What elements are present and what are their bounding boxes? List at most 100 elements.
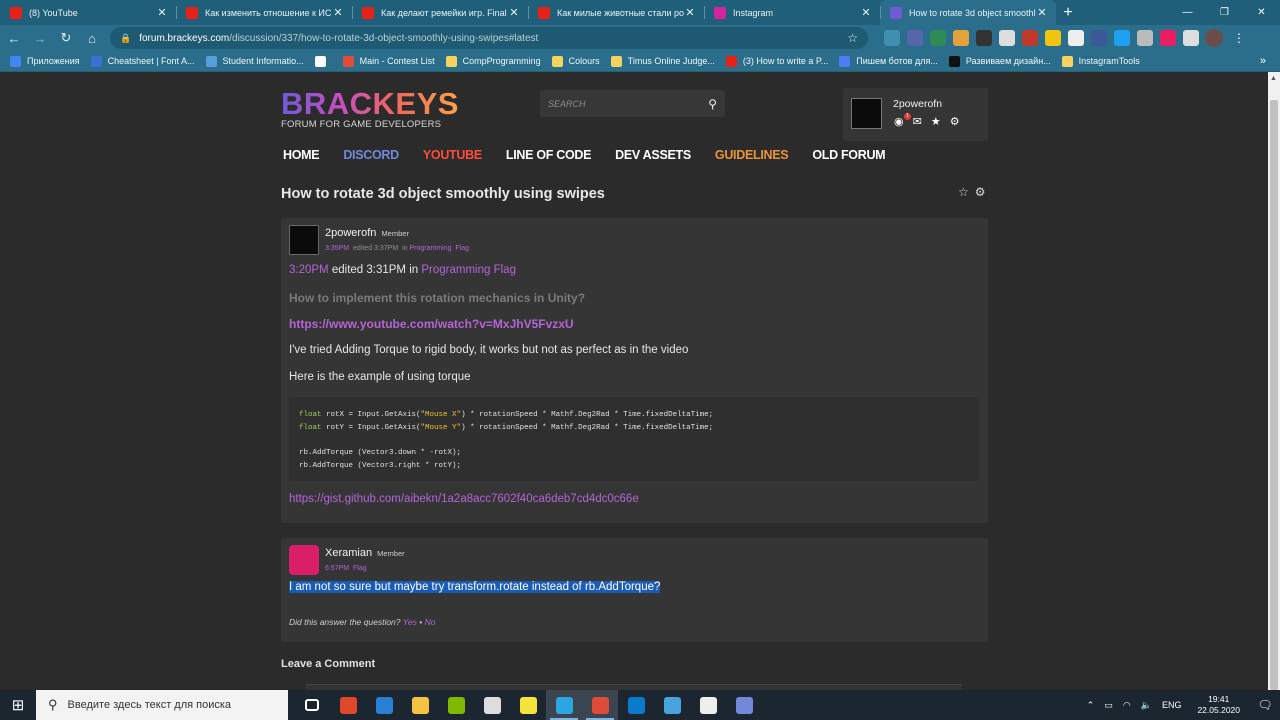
settings-icon[interactable]: ⚙ xyxy=(950,115,960,128)
post-category-link[interactable]: Programming xyxy=(409,245,451,252)
flag-link[interactable]: Flag xyxy=(353,565,367,572)
mail-icon[interactable] xyxy=(366,690,402,720)
bookmark-icon[interactable]: ☆ xyxy=(958,185,969,199)
user-name[interactable]: 2powerofn xyxy=(893,98,942,110)
bookmark-item[interactable]: CompProgramming xyxy=(445,55,541,67)
close-window-button[interactable]: ✕ xyxy=(1243,0,1280,25)
bookmark-item[interactable] xyxy=(314,55,332,67)
search-icon[interactable]: ⚲ xyxy=(708,97,717,111)
bookmark-item[interactable]: Пишем ботов для... xyxy=(839,55,938,67)
nav-item-discord[interactable]: DISCORD xyxy=(343,148,399,162)
browser-tab[interactable]: Instagram ✕ xyxy=(704,0,880,25)
more-bookmarks-icon[interactable]: » xyxy=(1260,55,1266,67)
inbox-icon[interactable]: ✉ xyxy=(913,115,922,128)
extension-icon[interactable] xyxy=(1091,30,1107,46)
game-app-icon[interactable] xyxy=(330,690,366,720)
browser-tab[interactable]: Как изменить отношение к ИСК ✕ xyxy=(176,0,352,25)
tray-expand-icon[interactable]: ⌃ xyxy=(1087,700,1095,711)
bookmark-item[interactable]: Main - Contest List xyxy=(342,55,435,67)
telegram-icon[interactable] xyxy=(546,690,582,720)
minimize-button[interactable]: — xyxy=(1169,0,1206,25)
browser-tab[interactable]: Как делают ремейки игр. Final F ✕ xyxy=(352,0,528,25)
extension-icon[interactable] xyxy=(1137,30,1153,46)
tab-close-icon[interactable]: ✕ xyxy=(332,6,344,19)
language-indicator[interactable]: ENG xyxy=(1162,700,1182,710)
site-logo[interactable]: BRACKEYS FORUM FOR GAME DEVELOPERS xyxy=(281,88,459,130)
extension-icon[interactable] xyxy=(1114,30,1130,46)
file-explorer-icon[interactable] xyxy=(402,690,438,720)
forward-icon[interactable]: → xyxy=(28,26,52,50)
post-time[interactable]: 3:35PM xyxy=(325,245,349,252)
extension-icon[interactable] xyxy=(884,30,900,46)
tab-close-icon[interactable]: ✕ xyxy=(508,6,520,19)
nav-item-guidelines[interactable]: GUIDELINES xyxy=(715,148,789,162)
bookmark-item[interactable]: Timus Online Judge... xyxy=(610,55,715,67)
office-icon[interactable] xyxy=(438,690,474,720)
menu-icon[interactable]: ⋮ xyxy=(1233,31,1245,45)
bookmark-item[interactable]: InstagramTools xyxy=(1061,55,1140,67)
tab-close-icon[interactable]: ✕ xyxy=(156,6,168,19)
extension-icon[interactable] xyxy=(1022,30,1038,46)
extension-icon[interactable] xyxy=(1068,30,1084,46)
battery-icon[interactable]: ▭ xyxy=(1104,700,1113,711)
page-scrollbar[interactable]: ▲ xyxy=(1268,72,1280,690)
body-time-link[interactable]: 3:20PM xyxy=(289,264,329,276)
extension-icon[interactable] xyxy=(907,30,923,46)
home-icon[interactable]: ⌂ xyxy=(80,26,104,50)
nav-item-old-forum[interactable]: OLD FORUM xyxy=(812,148,885,162)
reload-icon[interactable]: ↻ xyxy=(54,26,78,50)
bookmark-star-icon[interactable]: ☆ xyxy=(847,31,858,45)
notifications-icon[interactable]: ◉ xyxy=(894,115,904,128)
volume-icon[interactable]: 🔈 xyxy=(1141,700,1152,711)
body-flag-link[interactable]: Flag xyxy=(494,264,516,276)
extension-icon[interactable] xyxy=(953,30,969,46)
author-name[interactable]: Xeramian xyxy=(325,547,372,559)
body-category-link[interactable]: Programming xyxy=(421,264,490,276)
author-name[interactable]: 2powerofn xyxy=(325,227,376,239)
tab-close-icon[interactable]: ✕ xyxy=(1036,6,1048,19)
taskbar-search[interactable]: ⚲ Введите здесь текст для поиска xyxy=(36,690,288,720)
bookmark-item[interactable]: Colours xyxy=(551,55,600,67)
bookmark-item[interactable]: (3) How to write a P... xyxy=(725,55,828,67)
post-time[interactable]: 6:57PM xyxy=(325,565,349,572)
network-icon[interactable]: ◠ xyxy=(1123,700,1131,711)
task-view-icon[interactable] xyxy=(294,690,330,720)
bookmark-item[interactable]: Приложения xyxy=(10,55,80,67)
search-input[interactable] xyxy=(548,98,709,109)
extension-icon[interactable] xyxy=(976,30,992,46)
bookmarks-icon[interactable]: ★ xyxy=(931,115,941,128)
extension-icon[interactable] xyxy=(1183,30,1199,46)
tab-close-icon[interactable]: ✕ xyxy=(860,6,872,19)
notepad-icon[interactable] xyxy=(654,690,690,720)
sticky-notes-icon[interactable] xyxy=(510,690,546,720)
user-avatar[interactable] xyxy=(851,98,882,129)
nav-item-home[interactable]: HOME xyxy=(283,148,320,162)
profile-avatar[interactable] xyxy=(1205,29,1223,47)
bookmark-item[interactable]: Cheatsheet | Font A... xyxy=(90,55,195,67)
nav-item-dev-assets[interactable]: DEV ASSETS xyxy=(615,148,691,162)
unity-hub-icon[interactable] xyxy=(474,690,510,720)
no-link[interactable]: No xyxy=(425,617,436,627)
browser-tab[interactable]: (8) YouTube ✕ xyxy=(0,0,176,25)
back-icon[interactable]: ← xyxy=(2,26,26,50)
browser-tab[interactable]: How to rotate 3d object smoothl ✕ xyxy=(880,0,1056,25)
browser-tab[interactable]: Как милые животные стали рос ✕ xyxy=(528,0,704,25)
extension-icon[interactable] xyxy=(1160,30,1176,46)
extension-icon[interactable] xyxy=(999,30,1015,46)
bookmark-item[interactable]: Развиваем дизайн... xyxy=(948,55,1051,67)
windows-start-icon[interactable]: ⊞ xyxy=(0,690,36,720)
flag-link[interactable]: Flag xyxy=(455,245,469,252)
bookmark-item[interactable]: Student Informatio... xyxy=(205,55,304,67)
author-avatar[interactable] xyxy=(289,225,319,255)
chrome-icon[interactable] xyxy=(582,690,618,720)
gist-link[interactable]: https://gist.github.com/aibekn/1a2a8acc7… xyxy=(289,493,639,505)
extension-icon[interactable] xyxy=(930,30,946,46)
extension-icon[interactable] xyxy=(1045,30,1061,46)
clock[interactable]: 19:41 22.05.2020 xyxy=(1197,694,1240,716)
nav-item-youtube[interactable]: YOUTUBE xyxy=(423,148,482,162)
notifications-center-icon[interactable]: 🗨 xyxy=(1250,698,1280,712)
vscode-icon[interactable] xyxy=(618,690,654,720)
scroll-up-icon[interactable]: ▲ xyxy=(1270,75,1277,82)
discord-icon[interactable] xyxy=(726,690,762,720)
address-bar[interactable]: 🔒 forum.brackeys.com/discussion/337/how-… xyxy=(110,27,868,49)
